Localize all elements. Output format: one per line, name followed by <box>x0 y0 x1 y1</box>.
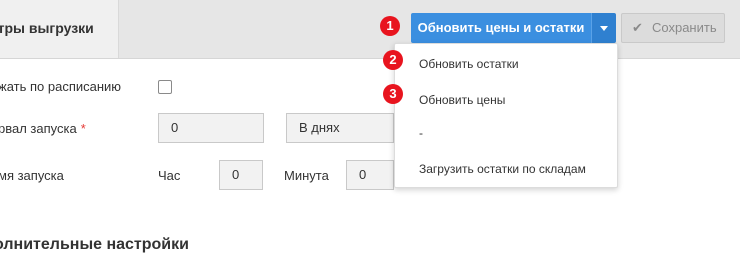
section-title: олнительные настройки <box>0 236 189 253</box>
schedule-checkbox[interactable] <box>158 80 172 94</box>
tab-export-settings[interactable]: етры выгрузки <box>0 0 119 58</box>
interval-input[interactable]: 0 <box>158 113 264 143</box>
menu-item-update-stock[interactable]: Обновить остатки <box>419 57 519 71</box>
dropdown-menu: Обновить остатки Обновить цены - Загрузи… <box>394 43 618 188</box>
update-prices-and-stock-label: Обновить цены и остатки <box>417 20 585 35</box>
dropdown-toggle-button[interactable] <box>591 13 616 43</box>
time-label: мя запуска <box>0 168 64 183</box>
save-button[interactable]: ✔ Сохранить <box>621 13 725 43</box>
interval-label-row: рвал запуска * <box>0 121 86 136</box>
schedule-label: жать по расписанию <box>0 79 122 94</box>
hour-input[interactable]: 0 <box>219 160 263 190</box>
minute-input[interactable]: 0 <box>346 160 394 190</box>
menu-item-separator: - <box>419 126 423 140</box>
update-prices-and-stock-button[interactable]: Обновить цены и остатки <box>411 13 591 43</box>
interval-unit-select[interactable]: В днях <box>286 113 394 143</box>
badge-1: 1 <box>380 16 400 36</box>
badge-2: 2 <box>383 50 403 70</box>
interval-label: рвал запуска <box>0 121 77 136</box>
check-icon: ✔ <box>632 20 643 35</box>
badge-3: 3 <box>383 84 403 104</box>
menu-item-update-prices[interactable]: Обновить цены <box>419 93 505 107</box>
hour-label: Час <box>158 168 181 183</box>
tab-label: етры выгрузки <box>0 20 94 36</box>
required-mark: * <box>80 121 86 136</box>
menu-item-load-stock-by-warehouse[interactable]: Загрузить остатки по складам <box>419 162 586 176</box>
save-label: Сохранить <box>652 20 717 35</box>
minute-label: Минута <box>284 168 329 183</box>
